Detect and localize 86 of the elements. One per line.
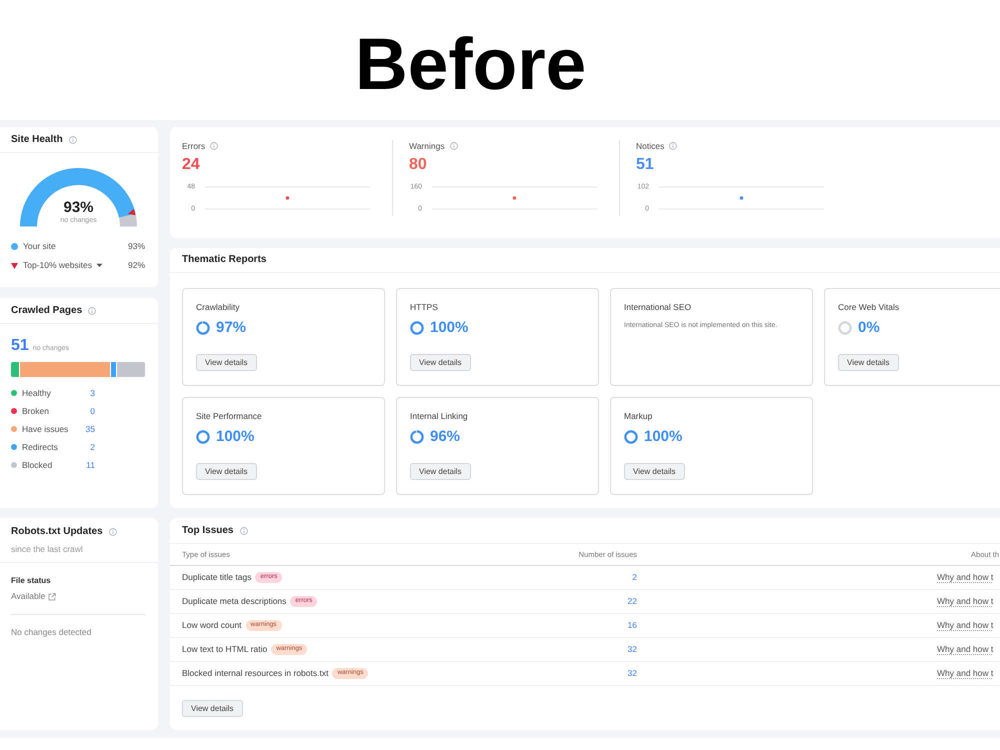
legend-value: 35 <box>84 424 95 434</box>
legend-label: Redirects <box>22 442 59 452</box>
issue-name: Duplicate title tags <box>182 573 252 582</box>
info-icon[interactable] <box>669 142 678 150</box>
metric-value: 51 <box>636 156 655 174</box>
view-details-button[interactable]: View details <box>196 354 257 371</box>
legend-value: 0 <box>89 406 95 416</box>
issue-count-link[interactable]: 32 <box>522 669 637 678</box>
card-title: Top Issues <box>182 524 234 536</box>
metric-label: Errors <box>182 141 206 151</box>
gauge-score: 93% <box>63 200 94 215</box>
legend-label: Broken <box>22 406 50 416</box>
benchmark-dropdown[interactable]: Top-10% websites <box>23 261 103 270</box>
pages-total: 51 <box>11 338 29 354</box>
why-and-how-link[interactable]: Why and how t <box>937 596 999 607</box>
legend-value: 2 <box>89 442 95 452</box>
data-point <box>740 196 744 200</box>
report-title: Internal Linking <box>410 411 469 421</box>
page-title: Before <box>355 28 586 100</box>
legend-value: 11 <box>85 460 95 470</box>
metric-label: Warnings <box>409 141 445 151</box>
legend-value: 92% <box>128 261 145 270</box>
metric-value: 80 <box>409 156 428 174</box>
view-details-button[interactable]: View details <box>838 354 899 371</box>
caret-icon <box>96 263 103 268</box>
card-subtitle: since the last crawl <box>11 544 84 555</box>
report-score: 97% <box>216 321 246 335</box>
field-label: File status <box>11 576 52 586</box>
legend-label: Healthy <box>22 388 52 398</box>
info-icon[interactable] <box>240 526 248 534</box>
why-and-how-link[interactable]: Why and how t <box>937 668 999 679</box>
report-title: Markup <box>624 411 654 421</box>
report-title: Core Web Vitals <box>838 302 900 312</box>
card-title: Site Health <box>11 134 63 146</box>
data-point <box>286 196 290 200</box>
why-and-how-link[interactable]: Why and how t <box>937 572 999 583</box>
issue-name: Low text to HTML ratio <box>182 645 268 654</box>
progress-ring-icon <box>410 321 424 335</box>
report-title: Crawlability <box>196 302 240 312</box>
legend-label: Blocked <box>22 460 54 470</box>
report-title: HTTPS <box>410 302 439 312</box>
view-details-button[interactable]: View details <box>182 700 243 717</box>
legend-label: Have issues <box>22 424 70 434</box>
view-details-button[interactable]: View details <box>624 463 685 480</box>
data-point <box>512 196 516 200</box>
legend-value: 93% <box>128 242 145 251</box>
benchmark-marker-icon <box>128 208 136 216</box>
report-score: 100% <box>430 321 468 335</box>
issue-count-link[interactable]: 22 <box>522 597 637 606</box>
info-icon[interactable] <box>88 306 96 314</box>
issue-name: Duplicate meta descriptions <box>182 597 286 606</box>
why-and-how-link[interactable]: Why and how t <box>937 620 999 631</box>
view-details-button[interactable]: View details <box>410 354 471 371</box>
card-title: Thematic Reports <box>182 254 266 266</box>
issue-name: Blocked internal resources in robots.txt <box>182 669 328 678</box>
issue-count-link[interactable]: 2 <box>522 573 637 582</box>
report-title: Site Performance <box>196 411 263 421</box>
legend-label: Your site <box>23 242 56 251</box>
why-and-how-link[interactable]: Why and how t <box>937 644 999 655</box>
metric-value: 24 <box>182 156 201 174</box>
file-status-link[interactable]: Available <box>11 591 56 602</box>
progress-ring-icon <box>410 430 424 444</box>
info-icon[interactable] <box>210 142 218 150</box>
view-details-button[interactable]: View details <box>410 463 471 480</box>
issue-count-link[interactable]: 32 <box>522 645 637 654</box>
external-link-icon <box>48 592 56 600</box>
status-message: No changes detected <box>11 627 92 638</box>
info-icon[interactable] <box>450 142 458 150</box>
progress-ring-icon <box>196 321 210 335</box>
legend-value: 3 <box>89 388 95 398</box>
card-title: Robots.txt Updates <box>11 526 103 538</box>
info-icon[interactable] <box>68 136 77 144</box>
issue-count-link[interactable]: 16 <box>522 621 637 630</box>
progress-ring-icon <box>624 430 638 444</box>
report-title: International SEO <box>624 302 692 312</box>
info-icon[interactable] <box>108 528 117 536</box>
report-score: 0% <box>858 321 880 335</box>
card-title: Crawled Pages <box>11 304 82 316</box>
progress-ring-icon <box>196 430 210 444</box>
metric-label: Notices <box>636 141 664 151</box>
report-score: 100% <box>644 430 682 444</box>
report-score: 100% <box>216 430 254 444</box>
progress-ring-icon <box>838 321 852 335</box>
issue-name: Low word count <box>182 621 242 630</box>
report-score: 96% <box>430 430 460 444</box>
view-details-button[interactable]: View details <box>196 463 257 480</box>
